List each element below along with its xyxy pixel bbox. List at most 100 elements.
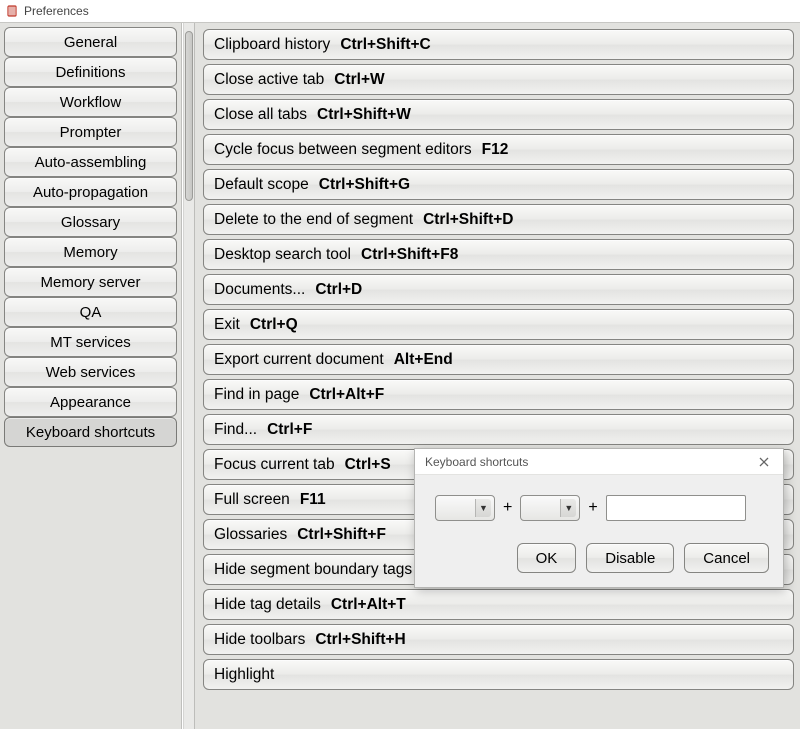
sidebar-item-label: General xyxy=(64,34,117,51)
main-area: General Definitions Workflow Prompter Au… xyxy=(0,22,800,729)
shortcut-row[interactable]: Default scope Ctrl+Shift+G xyxy=(203,169,794,200)
shortcut-label: Full screen xyxy=(214,491,290,509)
shortcut-label: Export current document xyxy=(214,351,384,369)
shortcut-label: Hide tag details xyxy=(214,596,321,614)
modifier-select-1[interactable]: ▼ xyxy=(435,495,495,521)
key-input[interactable] xyxy=(606,495,746,521)
shortcut-label: Delete to the end of segment xyxy=(214,211,413,229)
shortcut-label: Hide toolbars xyxy=(214,631,305,649)
window-titlebar: Preferences xyxy=(0,0,800,22)
shortcut-row[interactable]: Clipboard history Ctrl+Shift+C xyxy=(203,29,794,60)
sidebar-item-qa[interactable]: QA xyxy=(4,297,177,327)
sidebar-item-label: Glossary xyxy=(61,214,120,231)
shortcut-key: Ctrl+S xyxy=(345,456,391,474)
shortcut-row[interactable]: Hide toolbars Ctrl+Shift+H xyxy=(203,624,794,655)
shortcut-row[interactable]: Close active tab Ctrl+W xyxy=(203,64,794,95)
shortcut-row[interactable]: Close all tabsCtrl+Shift+W xyxy=(203,99,794,130)
scrollbar-thumb[interactable] xyxy=(185,31,193,201)
shortcut-label: Glossaries xyxy=(214,526,287,544)
shortcut-key: Alt+End xyxy=(394,351,453,369)
sidebar-item-label: Workflow xyxy=(60,94,121,111)
sidebar-item-label: MT services xyxy=(50,334,131,351)
shortcut-row[interactable]: Find... Ctrl+F xyxy=(203,414,794,445)
shortcut-key: Ctrl+Shift+G xyxy=(319,176,410,194)
sidebar-item-label: QA xyxy=(80,304,102,321)
shortcut-label: Clipboard history xyxy=(214,36,330,54)
shortcut-label: Exit xyxy=(214,316,240,334)
shortcut-key: F11 xyxy=(300,491,326,509)
shortcut-label: Cycle focus between segment editors xyxy=(214,141,472,159)
dialog-titlebar[interactable]: Keyboard shortcuts xyxy=(415,449,783,475)
shortcut-label: Documents... xyxy=(214,281,305,299)
sidebar: General Definitions Workflow Prompter Au… xyxy=(0,23,182,729)
sidebar-item-auto-assembling[interactable]: Auto-assembling xyxy=(4,147,177,177)
sidebar-item-workflow[interactable]: Workflow xyxy=(4,87,177,117)
shortcut-key: Ctrl+W xyxy=(334,71,384,89)
ok-button[interactable]: OK xyxy=(517,543,577,573)
shortcut-row[interactable]: Find in page Ctrl+Alt+F xyxy=(203,379,794,410)
sidebar-item-label: Memory xyxy=(63,244,117,261)
shortcut-row[interactable]: Exit Ctrl+Q xyxy=(203,309,794,340)
sidebar-item-keyboard-shortcuts[interactable]: Keyboard shortcuts xyxy=(4,417,177,447)
shortcut-row[interactable]: Highlight xyxy=(203,659,794,690)
shortcut-label: Close active tab xyxy=(214,71,324,89)
shortcut-list: Clipboard history Ctrl+Shift+C Close activ… xyxy=(199,23,798,696)
shortcut-key: Ctrl+Shift+H xyxy=(315,631,405,649)
scrollbar-vertical[interactable] xyxy=(183,23,195,729)
keyboard-shortcuts-dialog: Keyboard shortcuts ▼ + ▼ + OK Disable Ca… xyxy=(414,448,784,588)
sidebar-item-label: Keyboard shortcuts xyxy=(26,424,155,441)
shortcut-key: Ctrl+Shift+C xyxy=(340,36,430,54)
plus-1: + xyxy=(503,499,512,517)
sidebar-item-general[interactable]: General xyxy=(4,27,177,57)
sidebar-item-appearance[interactable]: Appearance xyxy=(4,387,177,417)
chevron-down-icon: ▼ xyxy=(560,499,576,517)
sidebar-item-memory[interactable]: Memory xyxy=(4,237,177,267)
sidebar-item-label: Prompter xyxy=(60,124,122,141)
shortcut-label: Find in page xyxy=(214,386,299,404)
shortcut-key: Ctrl+F xyxy=(267,421,312,439)
shortcut-input-row: ▼ + ▼ + xyxy=(429,495,769,521)
chevron-down-icon: ▼ xyxy=(475,499,491,517)
shortcut-key: Ctrl+Shift+F8 xyxy=(361,246,458,264)
window-title: Preferences xyxy=(24,4,89,18)
sidebar-item-label: Appearance xyxy=(50,394,131,411)
sidebar-item-label: Auto-propagation xyxy=(33,184,148,201)
disable-button[interactable]: Disable xyxy=(586,543,674,573)
close-icon[interactable] xyxy=(755,453,773,471)
dialog-body: ▼ + ▼ + OK Disable Cancel xyxy=(415,475,783,587)
sidebar-item-web-services[interactable]: Web services xyxy=(4,357,177,387)
shortcut-row[interactable]: Cycle focus between segment editors F12 xyxy=(203,134,794,165)
sidebar-item-label: Memory server xyxy=(40,274,140,291)
shortcut-row[interactable]: Documents... Ctrl+D xyxy=(203,274,794,305)
sidebar-item-memory-server[interactable]: Memory server xyxy=(4,267,177,297)
shortcut-label: Find... xyxy=(214,421,257,439)
sidebar-item-prompter[interactable]: Prompter xyxy=(4,117,177,147)
shortcut-label: Highlight xyxy=(214,666,274,684)
shortcut-row[interactable]: Desktop search tool Ctrl+Shift+F8 xyxy=(203,239,794,270)
sidebar-item-label: Web services xyxy=(46,364,136,381)
shortcut-row[interactable]: Delete to the end of segmentCtrl+Shift+D xyxy=(203,204,794,235)
shortcut-row[interactable]: Hide tag details Ctrl+Alt+T xyxy=(203,589,794,620)
shortcut-key: Ctrl+Q xyxy=(250,316,298,334)
cancel-button[interactable]: Cancel xyxy=(684,543,769,573)
shortcut-label: Desktop search tool xyxy=(214,246,351,264)
shortcut-key: F12 xyxy=(482,141,509,159)
sidebar-item-label: Auto-assembling xyxy=(35,154,147,171)
shortcut-label: Hide segment boundary tags xyxy=(214,561,412,579)
dialog-title: Keyboard shortcuts xyxy=(425,455,528,469)
shortcut-key: Ctrl+D xyxy=(315,281,362,299)
sidebar-item-glossary[interactable]: Glossary xyxy=(4,207,177,237)
sidebar-item-mt-services[interactable]: MT services xyxy=(4,327,177,357)
dialog-buttons: OK Disable Cancel xyxy=(429,543,769,573)
shortcut-row[interactable]: Export current document Alt+End xyxy=(203,344,794,375)
shortcut-key: Ctrl+Shift+F xyxy=(297,526,386,544)
shortcut-label: Default scope xyxy=(214,176,309,194)
sidebar-item-definitions[interactable]: Definitions xyxy=(4,57,177,87)
shortcut-key: Ctrl+Alt+F xyxy=(309,386,384,404)
shortcut-key: Ctrl+Shift+W xyxy=(317,106,411,124)
app-icon xyxy=(6,5,18,17)
shortcut-key: Ctrl+Alt+T xyxy=(331,596,406,614)
modifier-select-2[interactable]: ▼ xyxy=(520,495,580,521)
plus-2: + xyxy=(588,499,597,517)
sidebar-item-auto-propagation[interactable]: Auto-propagation xyxy=(4,177,177,207)
